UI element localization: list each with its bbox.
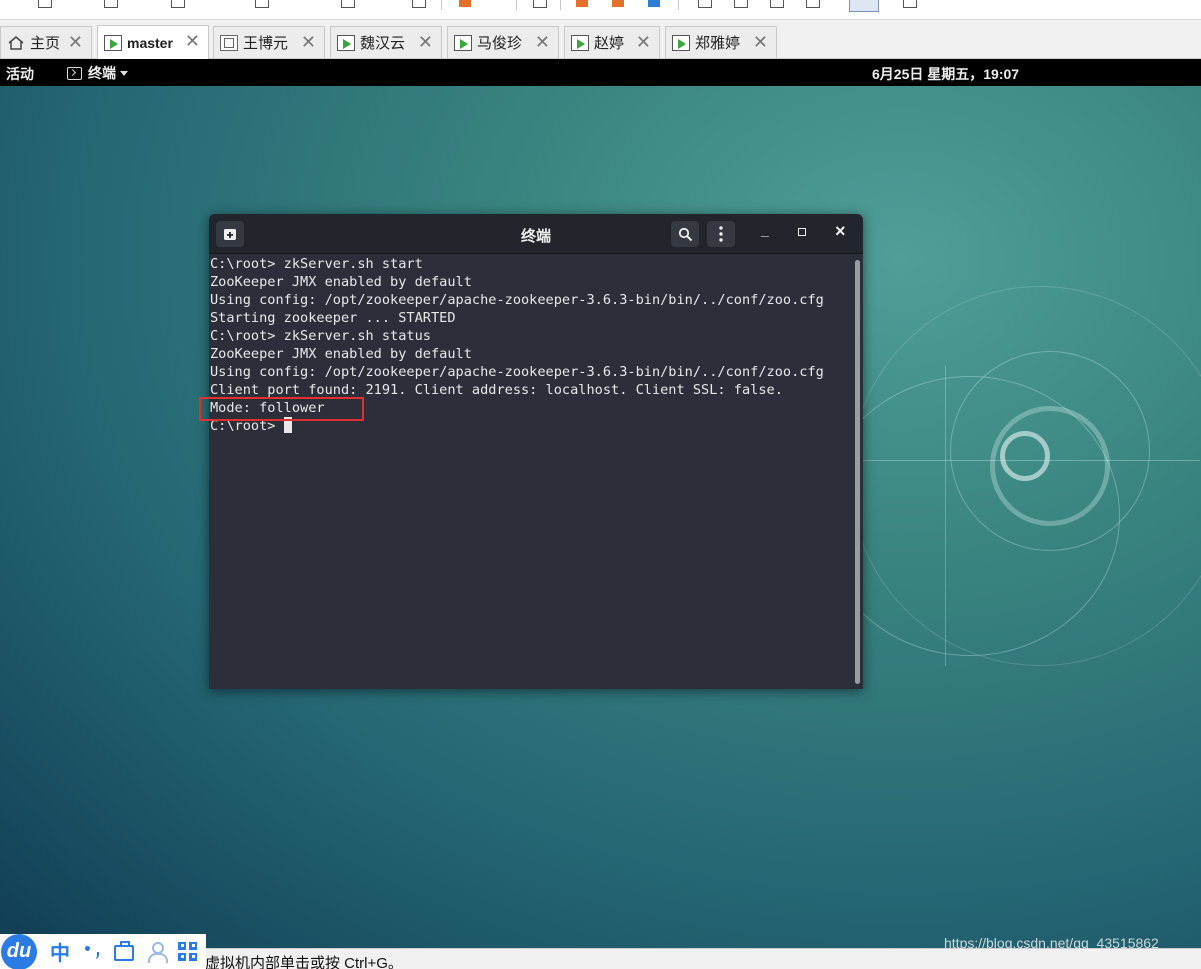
terminal-header[interactable]: 终端 _ × xyxy=(209,214,863,254)
tab-master[interactable]: master ✕ xyxy=(97,25,209,59)
home-icon xyxy=(7,35,25,51)
toolbox-icon[interactable] xyxy=(114,940,134,961)
punctuation-icon[interactable] xyxy=(82,942,102,962)
terminal-line: ZooKeeper JMX enabled by default xyxy=(210,274,472,290)
wallpaper-line xyxy=(945,366,946,666)
vm-stopped-icon xyxy=(220,34,238,51)
close-icon[interactable]: ✕ xyxy=(418,32,433,52)
vm-running-icon xyxy=(337,34,355,51)
terminal-line: C:\root> zkServer.sh status xyxy=(210,328,431,344)
tab-vm-3[interactable]: 魏汉云 ✕ xyxy=(330,26,442,58)
ime-mode-toggle[interactable]: 中 xyxy=(50,937,70,966)
tab-label: 赵婷 xyxy=(594,35,625,52)
vmware-tab-bar: 主页 ✕ master ✕ 王博元 ✕ 魏汉云 ✕ 马俊珍 ✕ 赵婷 ✕ 郑雅婷… xyxy=(0,20,1201,59)
highlight-annotation xyxy=(199,397,364,421)
close-icon[interactable]: ✕ xyxy=(185,31,200,51)
terminal-line: C:\root> zkServer.sh start xyxy=(210,256,423,272)
maximize-button[interactable] xyxy=(798,228,806,236)
user-icon[interactable] xyxy=(146,941,168,963)
search-button[interactable] xyxy=(671,221,699,247)
clock[interactable]: 6月25日 星期五，19:07 xyxy=(872,64,1019,84)
toolbar-icon[interactable] xyxy=(412,0,426,8)
tab-vm-2[interactable]: 王博元 ✕ xyxy=(213,26,325,58)
view-icon[interactable] xyxy=(734,0,748,8)
vm-running-icon xyxy=(104,34,122,51)
kebab-menu-icon xyxy=(719,226,723,242)
fullscreen-icon[interactable] xyxy=(849,0,879,12)
close-icon[interactable]: ✕ xyxy=(301,32,316,52)
toolbar-icon[interactable] xyxy=(255,0,269,8)
view-icon[interactable] xyxy=(903,0,917,8)
menu-button[interactable] xyxy=(707,221,735,247)
terminal-line: ZooKeeper JMX enabled by default xyxy=(210,346,472,362)
vm-running-icon xyxy=(672,34,690,51)
tab-label: 马俊珍 xyxy=(477,35,523,52)
toolbar-separator xyxy=(678,0,679,10)
tab-label: 主页 xyxy=(30,35,61,52)
send-keys-icon[interactable] xyxy=(533,0,547,8)
tab-label: 魏汉云 xyxy=(360,35,406,52)
tab-vm-5[interactable]: 赵婷 ✕ xyxy=(564,26,660,58)
tab-vm-6[interactable]: 郑雅婷 ✕ xyxy=(665,26,777,58)
terminal-line: Using config: /opt/zookeeper/apache-zook… xyxy=(210,364,824,380)
activities-button[interactable]: 活动 xyxy=(6,64,34,84)
gnome-top-bar: 活动 终端 6月25日 星期五，19:07 xyxy=(0,59,1201,86)
tab-label: 王博元 xyxy=(243,35,289,52)
scrollbar-thumb[interactable] xyxy=(855,260,860,684)
tab-label: 郑雅婷 xyxy=(695,35,741,52)
tab-home[interactable]: 主页 ✕ xyxy=(0,26,92,58)
app-menu-label: 终端 xyxy=(88,65,116,81)
grid-menu-icon[interactable] xyxy=(178,941,198,962)
close-icon[interactable]: ✕ xyxy=(636,32,651,52)
close-icon[interactable]: ✕ xyxy=(753,32,768,52)
toolbar-separator xyxy=(441,0,442,10)
close-button[interactable]: × xyxy=(835,221,846,242)
toolbar-separator xyxy=(560,0,561,10)
status-text: 虚拟机内部单击或按 Ctrl+G。 xyxy=(205,955,403,969)
view-icon[interactable] xyxy=(806,0,820,8)
vmware-toolbar xyxy=(0,0,1201,20)
toolbar-separator xyxy=(516,0,517,10)
snapshot-icon[interactable] xyxy=(576,0,588,7)
vm-running-icon xyxy=(454,34,472,51)
vm-running-icon xyxy=(571,34,589,51)
pause-icon[interactable] xyxy=(459,0,471,7)
close-icon[interactable]: ✕ xyxy=(535,32,550,52)
view-icon[interactable] xyxy=(698,0,712,8)
terminal-output[interactable]: C:\root> zkServer.sh start ZooKeeper JMX… xyxy=(209,255,854,689)
toolbar-icon[interactable] xyxy=(104,0,118,8)
app-menu[interactable]: 终端 xyxy=(67,63,128,83)
revert-snapshot-icon[interactable] xyxy=(612,0,624,7)
tab-label: master xyxy=(127,34,173,51)
scrollbar[interactable] xyxy=(854,258,863,689)
toolbar-icon[interactable] xyxy=(38,0,52,8)
toolbar-icon[interactable] xyxy=(341,0,355,8)
snapshot-manager-icon[interactable] xyxy=(648,0,660,7)
chevron-down-icon xyxy=(120,70,128,76)
terminal-line: Using config: /opt/zookeeper/apache-zook… xyxy=(210,292,824,308)
terminal-window[interactable]: 终端 _ × C:\root> zkServer.sh start ZooKee… xyxy=(209,214,863,689)
wallpaper-line xyxy=(860,460,1200,461)
terminal-icon xyxy=(67,66,82,80)
close-icon[interactable]: ✕ xyxy=(68,32,83,52)
terminal-line: Starting zookeeper ... STARTED xyxy=(210,310,456,326)
tab-vm-4[interactable]: 马俊珍 ✕ xyxy=(447,26,559,58)
baidu-ime-logo[interactable]: du xyxy=(1,933,37,969)
view-icon[interactable] xyxy=(770,0,784,8)
minimize-button[interactable]: _ xyxy=(761,222,769,238)
search-icon xyxy=(678,227,692,241)
toolbar-icon[interactable] xyxy=(171,0,185,8)
watermark: https://blog.csdn.net/qq_43515862 xyxy=(944,935,1159,951)
ime-toolbar[interactable]: du 中 xyxy=(0,933,206,969)
